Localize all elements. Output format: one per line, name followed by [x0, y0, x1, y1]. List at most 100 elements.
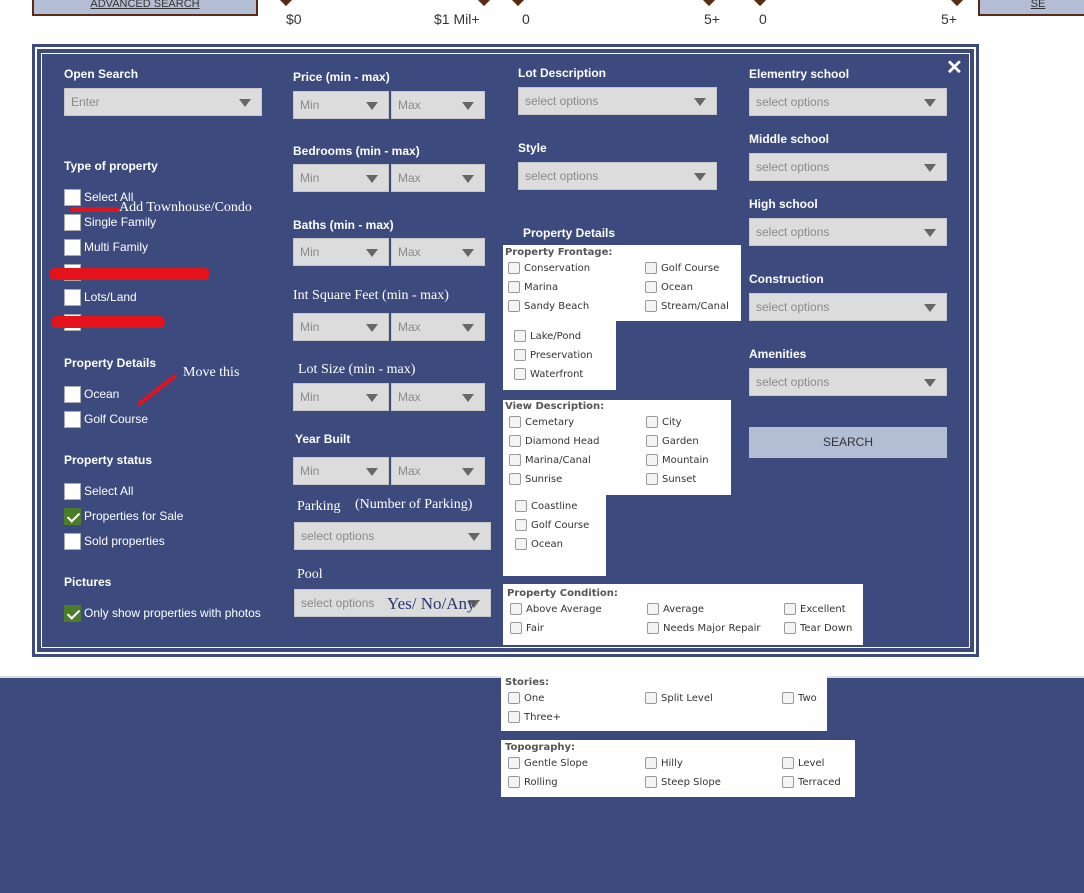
checkbox-box — [64, 386, 81, 403]
checkmark-icon — [64, 508, 81, 525]
right-search-tab[interactable]: SE — [978, 0, 1084, 16]
checkbox-box — [510, 622, 522, 634]
sqft-range-label: Int Square Feet (min - max) — [293, 288, 449, 303]
middle-school-select[interactable]: select options — [749, 153, 947, 181]
checkbox-box — [646, 454, 658, 466]
select-value: Min — [300, 171, 320, 185]
select-value: Min — [300, 320, 320, 334]
search-button[interactable]: SEARCH — [749, 427, 947, 458]
select-value: select options — [756, 300, 830, 314]
checkbox-label: Steep Slope — [661, 777, 721, 788]
checkbox-label: Ocean — [84, 387, 120, 401]
price-max-slider-handle[interactable] — [476, 0, 492, 7]
checkbox-box — [514, 349, 526, 361]
amenities-select[interactable]: select options — [749, 368, 947, 396]
lot-size-min-select[interactable]: Min — [293, 383, 389, 411]
checkbox-label: Preservation — [530, 350, 593, 361]
chevron-down-icon — [366, 249, 378, 257]
chevron-down-icon — [366, 394, 378, 402]
lot-size-max-select[interactable]: Max — [391, 383, 485, 411]
checkbox-label: Lake/Pond — [530, 331, 582, 342]
stories-title: Stories: — [505, 677, 549, 688]
checkbox-box — [646, 473, 658, 485]
year-built-min-select[interactable]: Min — [293, 457, 389, 485]
checkbox-box — [508, 262, 520, 274]
beds-max-slider-handle[interactable] — [701, 0, 717, 7]
property-condition-title: Property Condition: — [507, 588, 618, 599]
baths-min-select[interactable]: Min — [293, 238, 389, 266]
chevron-down-icon — [924, 379, 936, 387]
checkbox-label: Sandy Beach — [524, 301, 590, 312]
price-min-value: $0 — [286, 11, 302, 27]
sqft-max-select[interactable]: Max — [391, 313, 485, 341]
select-value: select options — [756, 95, 830, 109]
price-min-slider-handle[interactable] — [278, 0, 294, 7]
checkbox-label: Mountain — [662, 455, 709, 466]
checkbox-label: Excellent — [800, 604, 846, 615]
year-built-max-select[interactable]: Max — [391, 457, 485, 485]
chevron-down-icon — [366, 175, 378, 183]
price-min-select[interactable]: Min — [293, 91, 389, 119]
beds-min-slider-handle[interactable] — [510, 0, 526, 7]
checkbox-label: Ocean — [661, 282, 693, 293]
baths-min-slider-handle[interactable] — [752, 0, 768, 7]
style-label: Style — [518, 141, 547, 155]
chevron-down-icon — [924, 164, 936, 172]
lot-description-select[interactable]: select options — [518, 87, 717, 115]
checkbox-label: Above Average — [526, 604, 602, 615]
open-search-placeholder: Enter — [71, 95, 100, 109]
high-school-select[interactable]: select options — [749, 218, 947, 246]
checkbox-label: Two — [798, 693, 817, 704]
construction-select[interactable]: select options — [749, 293, 947, 321]
advanced-search-tab[interactable]: ADVANCED SEARCH — [32, 0, 258, 16]
bedrooms-min-select[interactable]: Min — [293, 164, 389, 192]
checkbox-label: Tear Down — [800, 623, 853, 634]
middle-school-label: Middle school — [749, 132, 830, 146]
checkbox-box — [508, 776, 520, 788]
checkbox-box — [647, 622, 659, 634]
style-select[interactable]: select options — [518, 162, 717, 190]
open-search-input[interactable]: Enter — [64, 88, 262, 116]
construction-label: Construction — [749, 272, 824, 286]
baths-max-slider-handle[interactable] — [949, 0, 965, 7]
checkbox-box — [646, 416, 658, 428]
checkbox-label: Sunrise — [525, 474, 563, 485]
checkbox-box — [514, 368, 526, 380]
lot-size-range-label: Lot Size (min - max) — [298, 362, 416, 377]
chevron-down-icon — [462, 175, 474, 183]
checkbox-label: Sunset — [662, 474, 697, 485]
chevron-down-icon — [366, 468, 378, 476]
baths-max-select[interactable]: Max — [391, 238, 485, 266]
elementary-school-select[interactable]: select options — [749, 88, 947, 116]
checkbox-label: Fair — [526, 623, 544, 634]
price-max-select[interactable]: Max — [391, 91, 485, 119]
checkbox-box — [508, 692, 520, 704]
beds-min-value: 0 — [522, 11, 530, 27]
bedrooms-range-label: Bedrooms (min - max) — [293, 144, 420, 158]
select-value: Max — [398, 98, 421, 112]
chevron-down-icon — [694, 173, 706, 181]
checkbox-box — [509, 473, 521, 485]
select-value: Min — [300, 245, 320, 259]
checkbox-box — [64, 533, 81, 550]
annotation-strike-redacted-1 — [49, 268, 210, 280]
checkbox-box — [645, 776, 657, 788]
chevron-down-icon — [462, 394, 474, 402]
checkbox-label: City — [662, 417, 682, 428]
checkbox-box — [64, 411, 81, 428]
checkbox-box — [515, 538, 527, 550]
sqft-min-select[interactable]: Min — [293, 313, 389, 341]
parking-label: Parking — [297, 499, 341, 514]
checkbox-label: Garden — [662, 436, 699, 447]
chevron-down-icon — [366, 324, 378, 332]
close-icon[interactable]: ✕ — [946, 58, 963, 78]
checkbox-label: Waterfront — [530, 369, 584, 380]
checkbox-label: One — [524, 693, 545, 704]
select-value: select options — [756, 375, 830, 389]
checkbox-label: Stream/Canal — [661, 301, 729, 312]
parking-select[interactable]: select options — [294, 522, 491, 550]
bedrooms-max-select[interactable]: Max — [391, 164, 485, 192]
chevron-down-icon — [924, 99, 936, 107]
checkbox-label: Ocean — [531, 539, 563, 550]
checkbox-box — [784, 603, 796, 615]
